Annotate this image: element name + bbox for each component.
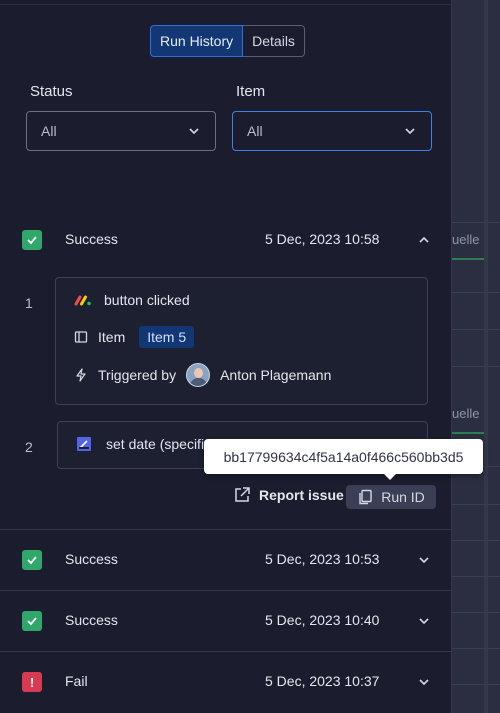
item-label: Item	[98, 329, 126, 345]
item-icon	[74, 331, 88, 343]
tooltip-arrow	[383, 473, 397, 480]
view-tabs: Run History Details	[150, 25, 305, 57]
success-status-icon	[22, 230, 42, 250]
item-line: Item Item 5	[74, 326, 195, 348]
run-date-text: 5 Dec, 2023 10:58	[265, 231, 380, 247]
run-date-text: 5 Dec, 2023 10:37	[265, 673, 380, 689]
status-filter-value: All	[41, 123, 57, 139]
chevron-up-icon[interactable]	[417, 233, 431, 247]
background-board: uelle uelle	[452, 0, 500, 713]
exclamation-icon: !	[29, 674, 35, 690]
background-status-strip	[452, 258, 484, 260]
copy-icon	[359, 489, 372, 505]
triggered-by-label: Triggered by	[98, 367, 177, 383]
item-filter-select[interactable]: All	[232, 111, 432, 151]
checkmark-icon	[27, 236, 37, 245]
background-cell-text: uelle	[452, 232, 480, 247]
step-number: 1	[25, 295, 33, 311]
monday-logo-icon	[74, 295, 91, 306]
lightning-icon	[76, 368, 86, 382]
success-status-icon	[22, 550, 42, 570]
background-cell-text: uelle	[452, 406, 480, 421]
report-issue-label: Report issue	[259, 487, 344, 503]
trigger-title-line: button clicked	[74, 292, 190, 308]
chevron-down-icon[interactable]	[417, 675, 431, 689]
action-title-line: set date (specific)	[76, 436, 216, 452]
run-status-text: Fail	[65, 673, 88, 689]
step-number: 2	[25, 439, 33, 455]
run-id-label: Run ID	[381, 489, 425, 505]
run-row[interactable]: Success 5 Dec, 2023 10:53	[0, 529, 452, 589]
run-status-text: Success	[65, 551, 118, 567]
external-link-icon	[235, 487, 250, 502]
triggered-by-line: Triggered by Anton Plagemann	[74, 363, 331, 387]
status-filter-label: Status	[30, 83, 73, 100]
date-pencil-icon	[77, 437, 91, 451]
background-row-divider	[452, 612, 500, 613]
background-row-divider	[452, 292, 500, 293]
run-status-text: Success	[65, 612, 118, 628]
run-id-tooltip-text: bb17799634c4f5a14a0f466c560bb3d5	[223, 448, 464, 465]
background-row-divider	[452, 648, 500, 649]
status-filter-select[interactable]: All	[26, 111, 216, 151]
trigger-title: button clicked	[104, 292, 190, 308]
background-row-divider	[452, 222, 500, 223]
checkmark-icon	[27, 556, 37, 565]
background-column-divider	[484, 0, 488, 713]
run-id-button[interactable]: Run ID	[346, 485, 436, 509]
item-filter-value: All	[247, 123, 263, 139]
success-status-icon	[22, 611, 42, 631]
chevron-down-icon[interactable]	[417, 614, 431, 628]
run-row[interactable]: Success 5 Dec, 2023 10:58	[0, 210, 452, 270]
fail-status-icon: !	[22, 672, 42, 692]
checkmark-icon	[27, 617, 37, 626]
background-row-divider	[452, 366, 500, 367]
tab-details[interactable]: Details	[243, 25, 305, 57]
chevron-down-icon	[189, 128, 199, 135]
item-badge[interactable]: Item 5	[139, 326, 195, 348]
background-status-strip	[452, 432, 484, 434]
tab-run-history[interactable]: Run History	[150, 25, 244, 57]
chevron-down-icon	[405, 128, 415, 135]
item-filter-label: Item	[236, 83, 266, 100]
triggered-by-user: Anton Plagemann	[220, 367, 332, 383]
background-row-divider	[452, 684, 500, 685]
run-date-text: 5 Dec, 2023 10:53	[265, 551, 380, 567]
action-title: set date (specific)	[106, 436, 216, 452]
run-status-text: Success	[65, 231, 118, 247]
run-row[interactable]: Success 5 Dec, 2023 10:40	[0, 590, 452, 650]
panel-top-divider	[0, 4, 452, 5]
trigger-step-card: button clicked Item Item 5 Triggered by …	[55, 277, 428, 405]
run-row[interactable]: ! Fail 5 Dec, 2023 10:37	[0, 651, 452, 711]
chevron-down-icon[interactable]	[417, 553, 431, 567]
run-date-text: 5 Dec, 2023 10:40	[265, 612, 380, 628]
report-issue-link[interactable]: Report issue	[233, 486, 344, 504]
avatar	[186, 363, 211, 387]
run-history-panel: Run History Details Status All Item All …	[0, 0, 452, 713]
background-row-divider	[452, 540, 500, 541]
run-id-tooltip: bb17799634c4f5a14a0f466c560bb3d5	[204, 439, 483, 474]
background-row-divider	[452, 576, 500, 577]
background-row-divider	[452, 329, 500, 330]
background-row-divider	[452, 504, 500, 505]
